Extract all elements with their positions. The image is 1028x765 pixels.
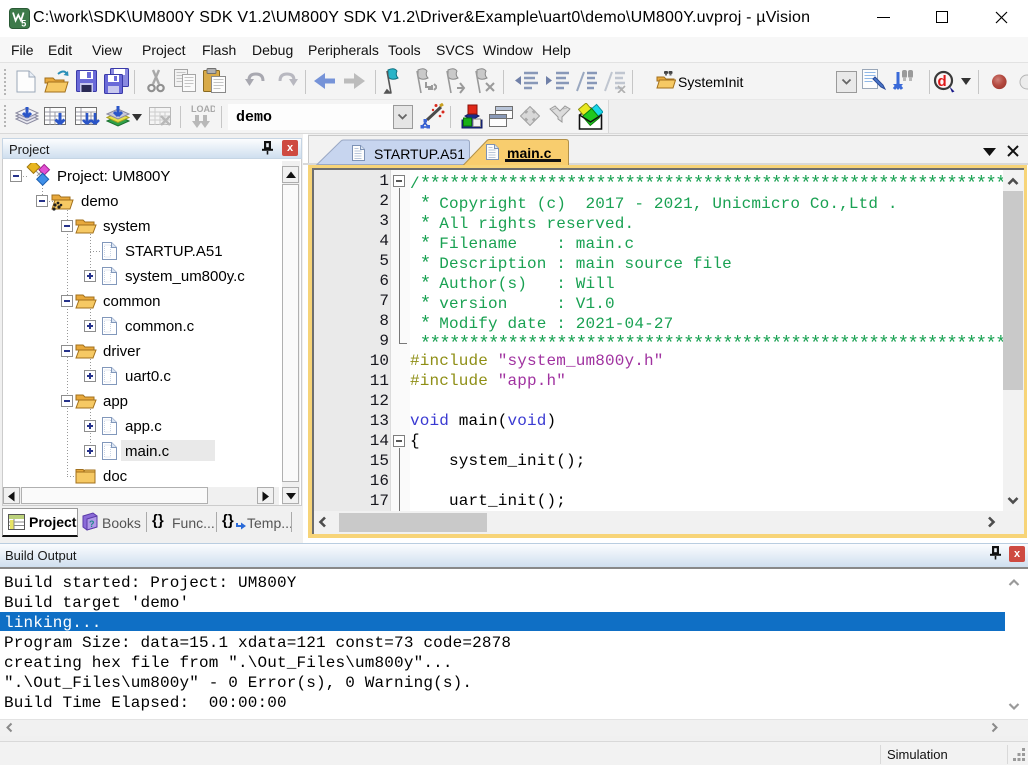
svg-text:LOAD: LOAD	[191, 104, 215, 114]
svg-text:?: ?	[89, 519, 95, 529]
svg-text:d: d	[938, 73, 947, 90]
svg-text:5: 5	[21, 19, 26, 29]
